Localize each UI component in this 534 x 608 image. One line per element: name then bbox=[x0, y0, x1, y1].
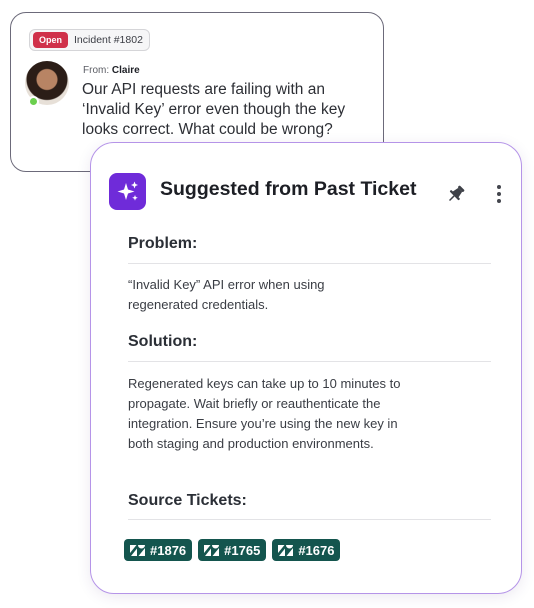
ticket-number: #1765 bbox=[224, 542, 261, 558]
online-status-dot bbox=[28, 96, 39, 107]
pin-icon bbox=[448, 185, 465, 202]
divider bbox=[128, 361, 491, 362]
avatar-container bbox=[25, 61, 69, 107]
ticket-number: #1876 bbox=[150, 542, 187, 558]
divider bbox=[128, 519, 491, 520]
suggestion-card: Suggested from Past Ticket Problem: “Inv… bbox=[90, 142, 522, 594]
source-tickets-heading: Source Tickets: bbox=[128, 492, 247, 509]
pin-button[interactable] bbox=[441, 179, 471, 209]
sender-line: From: Claire bbox=[83, 65, 140, 76]
card-title: Suggested from Past Ticket bbox=[160, 178, 417, 200]
ticket-chip-1765[interactable]: #1765 bbox=[198, 539, 267, 561]
solution-heading: Solution: bbox=[128, 333, 198, 350]
source-tickets-list: #1876 #1765 #1676 bbox=[124, 539, 341, 561]
from-label: From: bbox=[83, 65, 110, 76]
ticket-chip-1676[interactable]: #1676 bbox=[272, 539, 341, 561]
sparkles-icon bbox=[109, 173, 146, 210]
incident-message: Our API requests are failing with an ‘In… bbox=[82, 81, 346, 138]
zendesk-icon bbox=[278, 544, 294, 556]
status-badge: Open bbox=[33, 32, 69, 48]
ticket-chip-1876[interactable]: #1876 bbox=[124, 539, 193, 561]
incident-number: Incident #1802 bbox=[74, 34, 143, 46]
zendesk-icon bbox=[130, 544, 145, 556]
sender-name: Claire bbox=[111, 65, 140, 76]
solution-text: Regenerated keys can take up to 10 minut… bbox=[128, 376, 401, 451]
zendesk-icon bbox=[204, 544, 220, 556]
more-options-button[interactable] bbox=[489, 179, 509, 209]
more-vertical-icon bbox=[497, 185, 501, 203]
problem-heading: Problem: bbox=[128, 235, 198, 252]
ticket-number: #1676 bbox=[298, 542, 335, 558]
divider bbox=[128, 263, 491, 264]
problem-text: “Invalid Key” API error when using regen… bbox=[128, 277, 325, 312]
incident-header: Open Incident #1802 bbox=[29, 29, 150, 51]
